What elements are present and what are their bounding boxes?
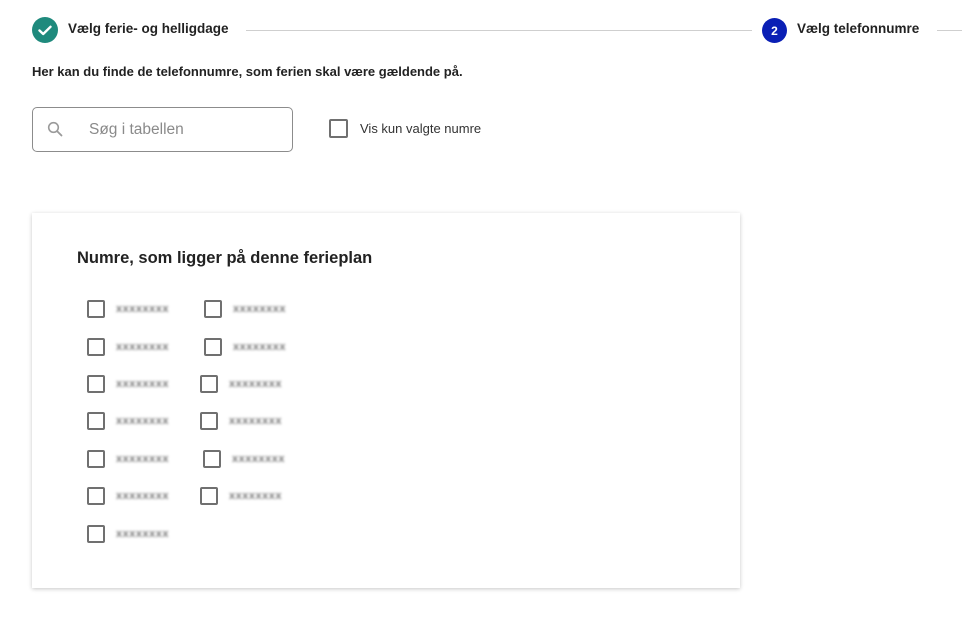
number-checkbox[interactable]: [87, 412, 105, 430]
number-value: xxxxxxxx: [232, 453, 285, 465]
number-value: xxxxxxxx: [116, 453, 169, 465]
number-checkbox[interactable]: [203, 450, 221, 468]
search-field[interactable]: [32, 107, 293, 152]
number-item[interactable]: xxxxxxxx: [87, 299, 169, 319]
number-item[interactable]: xxxxxxxx: [204, 299, 286, 319]
number-checkbox[interactable]: [200, 412, 218, 430]
number-checkbox[interactable]: [204, 300, 222, 318]
number-item[interactable]: xxxxxxxx: [87, 449, 169, 469]
number-item[interactable]: xxxxxxxx: [87, 524, 169, 544]
card-title: Numre, som ligger på denne ferieplan: [77, 249, 373, 267]
step-trailing-line: [937, 30, 962, 31]
number-value: xxxxxxxx: [229, 415, 282, 427]
numbers-card: Numre, som ligger på denne ferieplan xxx…: [32, 213, 740, 588]
number-checkbox[interactable]: [87, 338, 105, 356]
number-item[interactable]: xxxxxxxx: [87, 486, 169, 506]
step-connector: [246, 30, 752, 31]
number-item[interactable]: xxxxxxxx: [203, 449, 285, 469]
check-icon: [32, 17, 58, 43]
step-2-label: Vælg telefonnumre: [797, 21, 920, 36]
number-checkbox[interactable]: [87, 375, 105, 393]
number-checkbox[interactable]: [204, 338, 222, 356]
number-checkbox[interactable]: [87, 300, 105, 318]
show-selected-only-toggle[interactable]: Vis kun valgte numre: [329, 119, 481, 138]
number-checkbox[interactable]: [200, 375, 218, 393]
number-value: xxxxxxxx: [116, 341, 169, 353]
intro-text: Her kan du finde de telefonnumre, som fe…: [32, 64, 463, 79]
number-value: xxxxxxxx: [229, 378, 282, 390]
number-checkbox[interactable]: [200, 487, 218, 505]
number-value: xxxxxxxx: [116, 490, 169, 502]
show-selected-only-checkbox[interactable]: [329, 119, 348, 138]
number-value: xxxxxxxx: [233, 303, 286, 315]
step-2-number: 2: [762, 18, 787, 43]
stepper: Vælg ferie- og helligdage 2 Vælg telefon…: [32, 16, 962, 44]
number-item[interactable]: xxxxxxxx: [87, 337, 169, 357]
number-item[interactable]: xxxxxxxx: [87, 374, 169, 394]
show-selected-only-label: Vis kun valgte numre: [360, 121, 482, 136]
number-value: xxxxxxxx: [116, 415, 169, 427]
number-value: xxxxxxxx: [116, 528, 169, 540]
number-checkbox[interactable]: [87, 525, 105, 543]
number-item[interactable]: xxxxxxxx: [200, 411, 282, 431]
number-checkbox[interactable]: [87, 487, 105, 505]
number-value: xxxxxxxx: [229, 490, 282, 502]
number-value: xxxxxxxx: [233, 341, 286, 353]
step-1-label: Vælg ferie- og helligdage: [68, 21, 229, 36]
number-value: xxxxxxxx: [116, 303, 169, 315]
number-item[interactable]: xxxxxxxx: [200, 486, 282, 506]
number-item[interactable]: xxxxxxxx: [87, 411, 169, 431]
search-input[interactable]: [89, 118, 279, 142]
number-checkbox[interactable]: [87, 450, 105, 468]
number-item[interactable]: xxxxxxxx: [200, 374, 282, 394]
number-value: xxxxxxxx: [116, 378, 169, 390]
number-item[interactable]: xxxxxxxx: [204, 337, 286, 357]
search-icon: [47, 121, 64, 143]
